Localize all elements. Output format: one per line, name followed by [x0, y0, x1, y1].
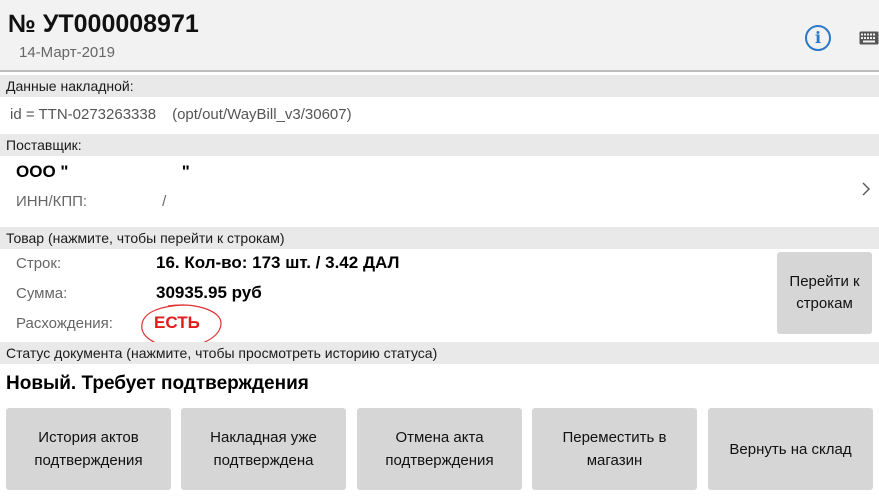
status-section-header[interactable]: Статус документа (нажмите, чтобы просмот… [0, 342, 879, 364]
confirmation-history-button[interactable]: История актов подтверждения [6, 408, 171, 490]
move-to-store-button[interactable]: Переместить в магазин [532, 408, 697, 490]
supplier-inn-kpp: ИНН/КПП: / [16, 193, 167, 210]
go-to-rows-button[interactable]: Перейти к строкам [777, 252, 872, 334]
document-number: № УТ000008971 [8, 10, 199, 38]
waybill-path: (opt/out/WayBill_v3/30607) [172, 106, 352, 123]
keyboard-icon[interactable] [859, 31, 879, 45]
supplier-section-header: Поставщик: [0, 134, 879, 156]
chevron-right-icon [862, 182, 870, 196]
sum-value: 30935.95 руб [156, 283, 262, 302]
sum-label: Сумма: [16, 285, 68, 302]
discrepancy-label: Расхождения: [16, 315, 113, 332]
waybill-id-line: id = TTN-0273263338 (opt/out/WayBill_v3/3… [10, 106, 352, 123]
document-status: Новый. Требует подтверждения [6, 373, 309, 394]
document-date: 14-Март-2019 [19, 44, 115, 61]
rows-label: Строк: [16, 255, 62, 272]
supplier-row[interactable]: ООО " " ИНН/КПП: / [0, 156, 879, 226]
info-icon[interactable]: i [805, 25, 831, 51]
supplier-name: ООО " " [16, 162, 190, 181]
rows-value: 16. Кол-во: 173 шт. / 3.42 ДАЛ [156, 253, 400, 272]
waybill-id: id = TTN-0273263338 [10, 106, 157, 123]
waybill-confirmed-button[interactable]: Накладная уже подтверждена [181, 408, 346, 490]
goods-section-header[interactable]: Товар (нажмите, чтобы перейти к строкам) [0, 227, 879, 249]
waybill-section-header: Данные накладной: [0, 75, 879, 97]
document-header: № УТ000008971 14-Март-2019 i [0, 0, 879, 72]
return-to-warehouse-button[interactable]: Вернуть на склад [708, 408, 873, 490]
cancel-act-button[interactable]: Отмена акта подтверждения [357, 408, 522, 490]
